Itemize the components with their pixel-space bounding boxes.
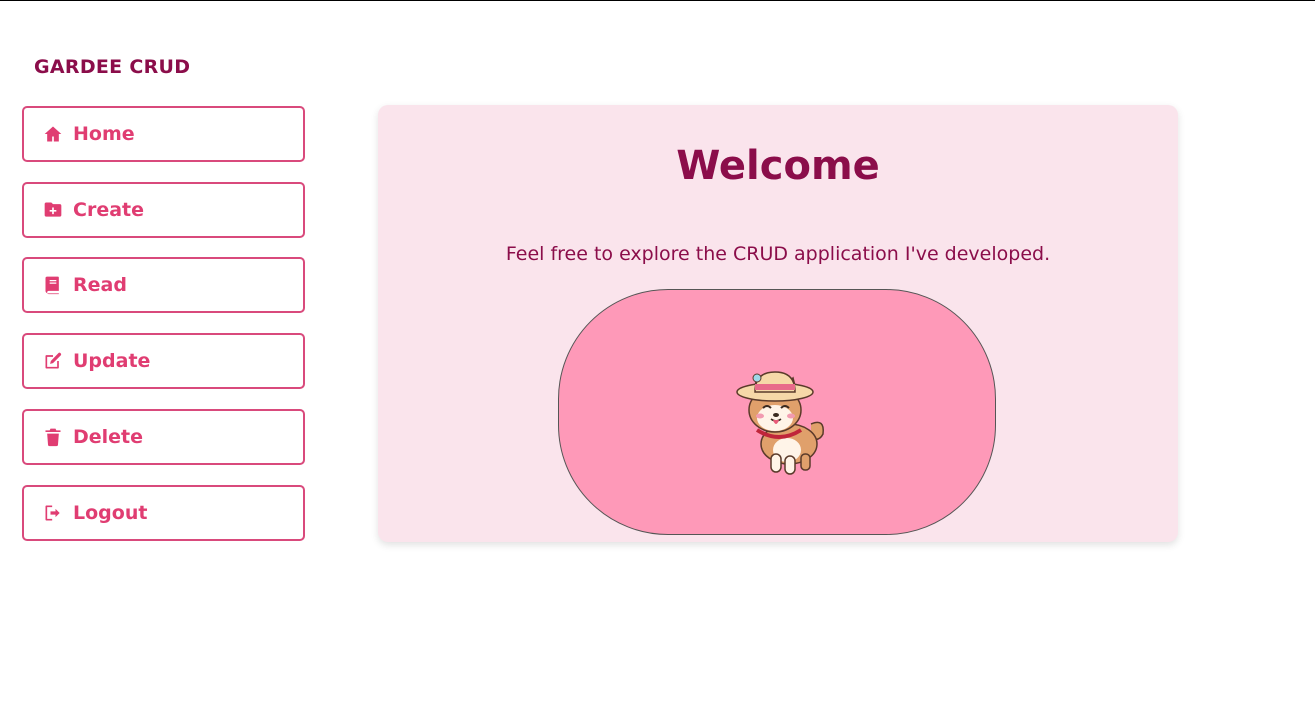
brand-title: GARDEE CRUD [34,56,191,78]
edit-icon [42,350,64,372]
logout-icon [42,502,64,524]
page-title: Welcome [676,143,880,189]
sidebar-item-label: Create [73,199,144,221]
home-icon [42,123,64,145]
folder-plus-icon [42,199,64,221]
sidebar-item-label: Delete [73,426,144,448]
sidebar-item-delete[interactable]: Delete [22,409,305,465]
sidebar-item-update[interactable]: Update [22,333,305,389]
sidebar-item-home[interactable]: Home [22,106,305,162]
mascot-container [558,289,996,535]
shiba-mascot-image [736,371,824,475]
book-icon [42,274,64,296]
top-border [0,0,1315,1]
sidebar-item-logout[interactable]: Logout [22,485,305,541]
sidebar-item-label: Read [73,274,127,296]
sidebar-item-read[interactable]: Read [22,257,305,313]
trash-icon [42,426,64,448]
sidebar-item-label: Home [73,123,135,145]
sidebar-item-create[interactable]: Create [22,182,305,238]
welcome-text: Feel free to explore the CRUD applicatio… [505,243,1051,265]
welcome-card: Welcome Feel free to explore the CRUD ap… [378,105,1178,542]
sidebar-item-label: Update [73,350,151,372]
sidebar-item-label: Logout [73,502,148,524]
sidebar-nav: Home Create Read Update Delete Logout [22,106,305,561]
